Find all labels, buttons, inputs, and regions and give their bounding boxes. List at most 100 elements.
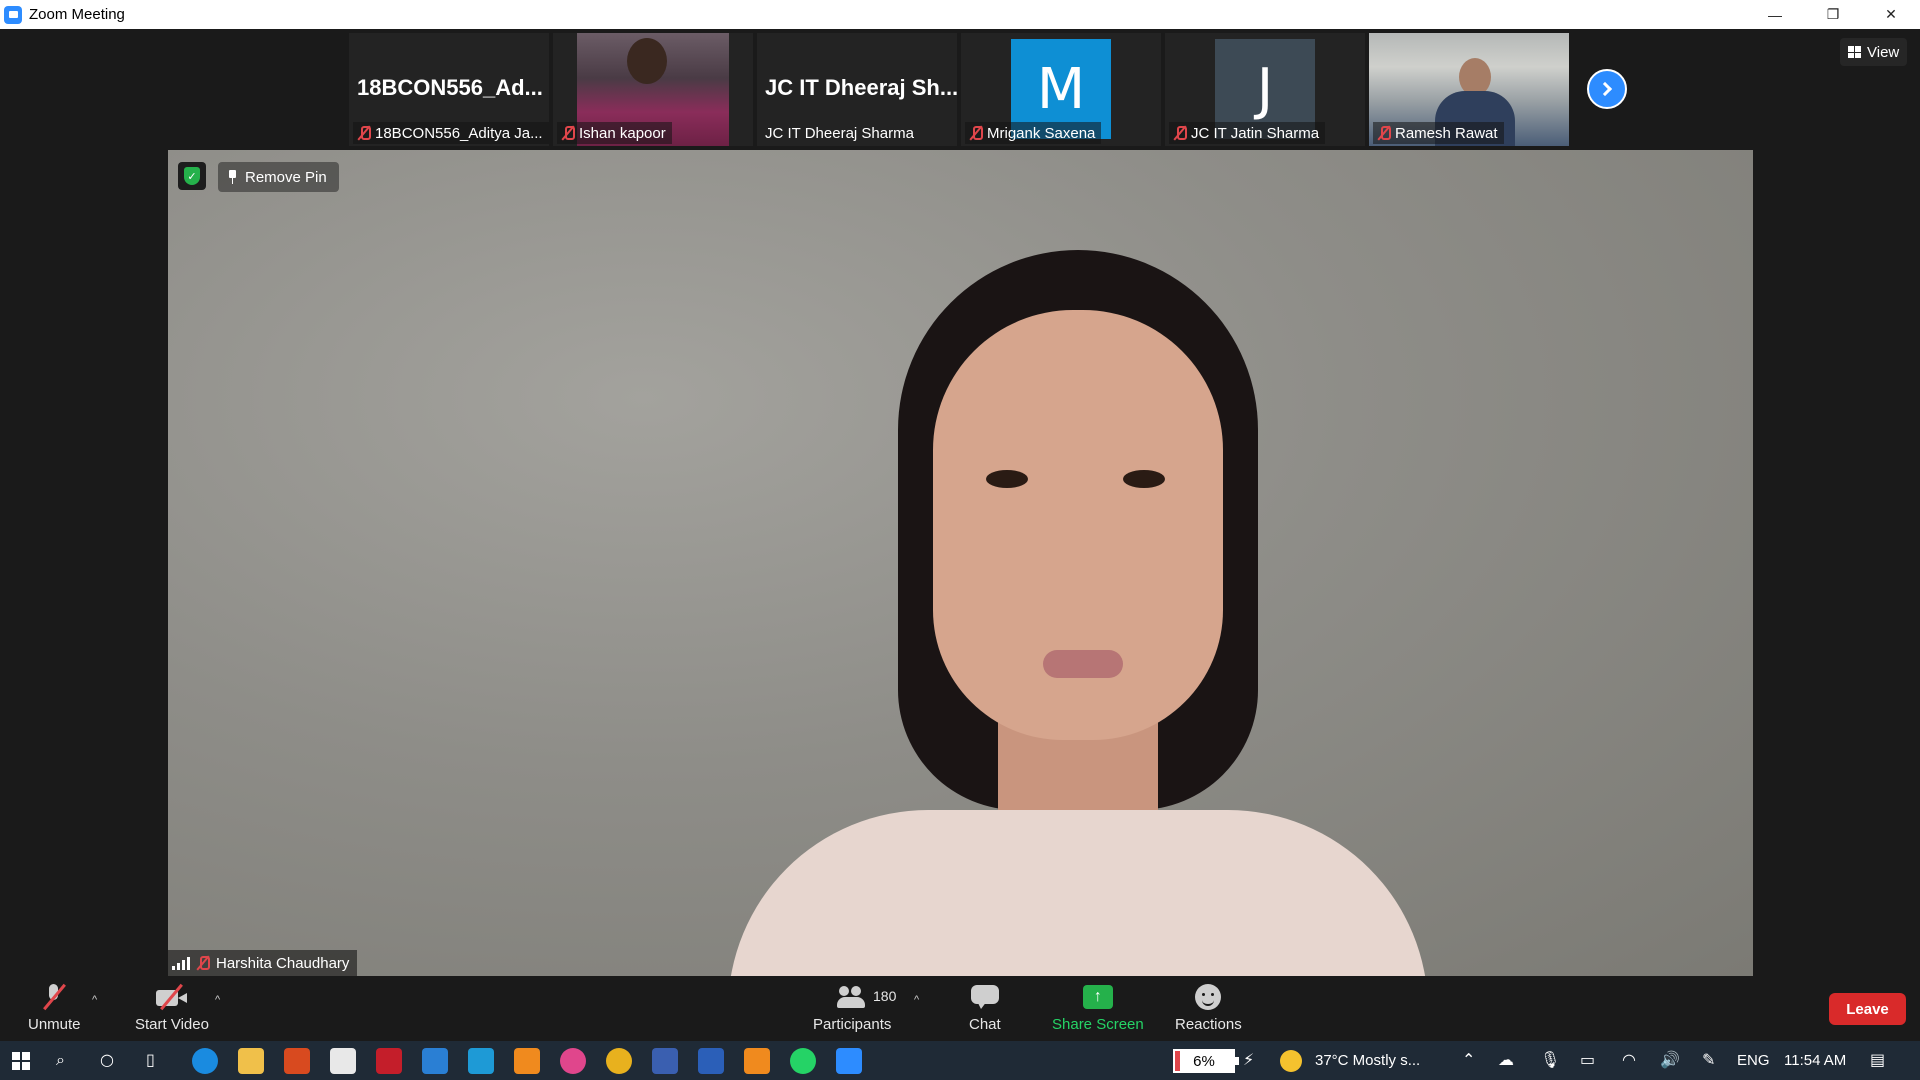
app-window-icon[interactable] (652, 1048, 678, 1074)
participant-label: 18BCON556_Aditya Ja... (353, 122, 549, 144)
participant-label: Ramesh Rawat (1373, 122, 1504, 144)
grid-view-icon (1848, 46, 1861, 58)
participants-label: Participants (813, 1016, 892, 1033)
encryption-shield-icon[interactable]: ✓ (178, 162, 206, 190)
share-screen-button[interactable]: ↑ Share Screen (1052, 982, 1144, 1033)
remove-pin-button[interactable]: Remove Pin (218, 162, 339, 192)
mic-muted-icon (357, 125, 371, 141)
windows-taskbar: ⌕ ○ ▯ 6% ⚡ 37°C Mostly s... ⌃ ☁ 🎙 ▭ ◠ 🔊 … (0, 1041, 1920, 1080)
battery-indicator[interactable]: 6% (1173, 1049, 1239, 1073)
next-page-button[interactable] (1587, 69, 1627, 109)
mic-muted-icon (969, 125, 983, 141)
title-bar: Zoom Meeting — ❐ ✕ (0, 0, 1920, 29)
unmute-label: Unmute (28, 1016, 81, 1033)
participant-name: JC IT Dheeraj Sharma (765, 124, 914, 142)
windows-start-icon[interactable] (12, 1052, 30, 1070)
share-screen-label: Share Screen (1052, 1016, 1144, 1033)
chevron-right-icon (1597, 81, 1613, 97)
unmute-button[interactable]: Unmute (28, 982, 81, 1033)
mic-muted-icon (43, 984, 65, 1010)
close-button[interactable]: ✕ (1862, 0, 1920, 29)
zoom-meeting-window: Zoom Meeting — ❐ ✕ 18BCON556_Ad... 18BCO… (0, 0, 1920, 1080)
chat-button[interactable]: Chat (969, 982, 1001, 1033)
participant-count: 180 (873, 988, 897, 1004)
onedrive-cloud-icon[interactable]: ☁ (1498, 1050, 1514, 1069)
word-icon[interactable] (698, 1048, 724, 1074)
participant-thumbnail[interactable]: M Mrigank Saxena (961, 33, 1161, 146)
window-controls: — ❐ ✕ (1746, 0, 1920, 29)
power-plug-icon: ⚡ (1243, 1050, 1255, 1069)
task-view-icon[interactable]: ▯ (146, 1050, 155, 1069)
notifications-icon[interactable]: ▤ (1870, 1050, 1885, 1069)
participant-name-large: JC IT Dheeraj Sh... (765, 75, 957, 100)
reactions-button[interactable]: Reactions (1175, 982, 1242, 1033)
signal-strength-icon (172, 956, 190, 970)
notes-icon[interactable] (468, 1048, 494, 1074)
battery-icon[interactable]: ▭ (1580, 1050, 1595, 1069)
office-icon[interactable] (284, 1048, 310, 1074)
microphone-icon[interactable]: 🎙 (1540, 1050, 1560, 1069)
volume-icon[interactable]: 🔊 (1660, 1050, 1680, 1069)
start-video-button[interactable]: Start Video (135, 982, 209, 1033)
meeting-toolbar: Unmute ^ Start Video ^ Participants 180 … (0, 976, 1920, 1041)
participant-name: Ramesh Rawat (1395, 124, 1498, 142)
mic-muted-icon (1377, 125, 1391, 141)
remove-pin-label: Remove Pin (245, 168, 327, 186)
whatsapp-icon[interactable] (790, 1048, 816, 1074)
store-icon[interactable] (330, 1048, 356, 1074)
search-icon[interactable]: ⌕ (56, 1050, 65, 1070)
language-indicator[interactable]: ENG (1737, 1052, 1770, 1069)
participants-icon (837, 986, 867, 1008)
participant-name-large: 18BCON556_Ad... (357, 75, 543, 100)
participant-thumbnail[interactable]: Ishan kapoor (553, 33, 753, 146)
view-button[interactable]: View (1840, 38, 1908, 66)
participant-thumbnail[interactable]: JC IT Dheeraj Sh... JC IT Dheeraj Sharma (757, 33, 957, 146)
share-screen-icon: ↑ (1082, 985, 1113, 1009)
participant-thumbnail[interactable]: Ramesh Rawat (1369, 33, 1569, 146)
pen-icon[interactable]: ✎ (1702, 1050, 1715, 1069)
participant-thumbnail[interactable]: J JC IT Jatin Sharma (1165, 33, 1365, 146)
mail-icon[interactable] (422, 1048, 448, 1074)
clock[interactable]: 11:54 AM (1784, 1052, 1846, 1069)
maximize-button[interactable]: ❐ (1804, 0, 1862, 29)
window-title: Zoom Meeting (29, 6, 125, 23)
speaker-name-label: Harshita Chaudhary (168, 950, 358, 976)
mic-muted-icon (561, 125, 575, 141)
participants-caret-icon[interactable]: ^ (914, 994, 924, 1006)
reactions-label: Reactions (1175, 1016, 1242, 1033)
mcafee-icon[interactable] (376, 1048, 402, 1074)
chat-icon (970, 985, 999, 1009)
mic-muted-icon (1173, 125, 1187, 141)
speaker-name: Harshita Chaudhary (216, 954, 350, 972)
pinned-video[interactable]: ✓ Remove Pin Harshita Chaudhary (168, 150, 1753, 976)
telegram-icon[interactable] (744, 1048, 770, 1074)
view-button-label: View (1867, 43, 1900, 61)
edge-icon[interactable] (192, 1048, 218, 1074)
speaker-video-feed (728, 250, 1428, 976)
chrome-icon[interactable] (606, 1048, 632, 1074)
zoom-app-icon (4, 5, 22, 24)
leave-button[interactable]: Leave (1829, 993, 1906, 1025)
vlc-icon[interactable] (514, 1048, 540, 1074)
app-icon[interactable] (560, 1048, 586, 1074)
weather-sun-icon[interactable] (1280, 1050, 1302, 1072)
participant-name: Mrigank Saxena (987, 124, 1096, 142)
participant-thumbnail-strip: 18BCON556_Ad... 18BCON556_Aditya Ja... I… (349, 33, 1569, 146)
wifi-icon[interactable]: ◠ (1622, 1050, 1636, 1069)
show-hidden-icons-icon[interactable]: ⌃ (1462, 1050, 1475, 1069)
cortana-icon[interactable]: ○ (100, 1050, 114, 1069)
participant-label: Mrigank Saxena (965, 122, 1102, 144)
video-options-caret-icon[interactable]: ^ (215, 994, 225, 1006)
minimize-button[interactable]: — (1746, 0, 1804, 29)
audio-options-caret-icon[interactable]: ^ (92, 994, 102, 1006)
file-explorer-icon[interactable] (238, 1048, 264, 1074)
participant-name: JC IT Jatin Sharma (1191, 124, 1320, 142)
reactions-icon (1195, 984, 1222, 1010)
participant-thumbnail[interactable]: 18BCON556_Ad... 18BCON556_Aditya Ja... (349, 33, 549, 146)
video-off-icon (155, 984, 188, 1010)
chat-label: Chat (969, 1016, 1001, 1033)
zoom-taskbar-icon[interactable] (836, 1048, 862, 1074)
weather-text[interactable]: 37°C Mostly s... (1315, 1052, 1420, 1069)
participant-label: JC IT Jatin Sharma (1169, 122, 1326, 144)
participant-name: 18BCON556_Aditya Ja... (375, 124, 543, 142)
